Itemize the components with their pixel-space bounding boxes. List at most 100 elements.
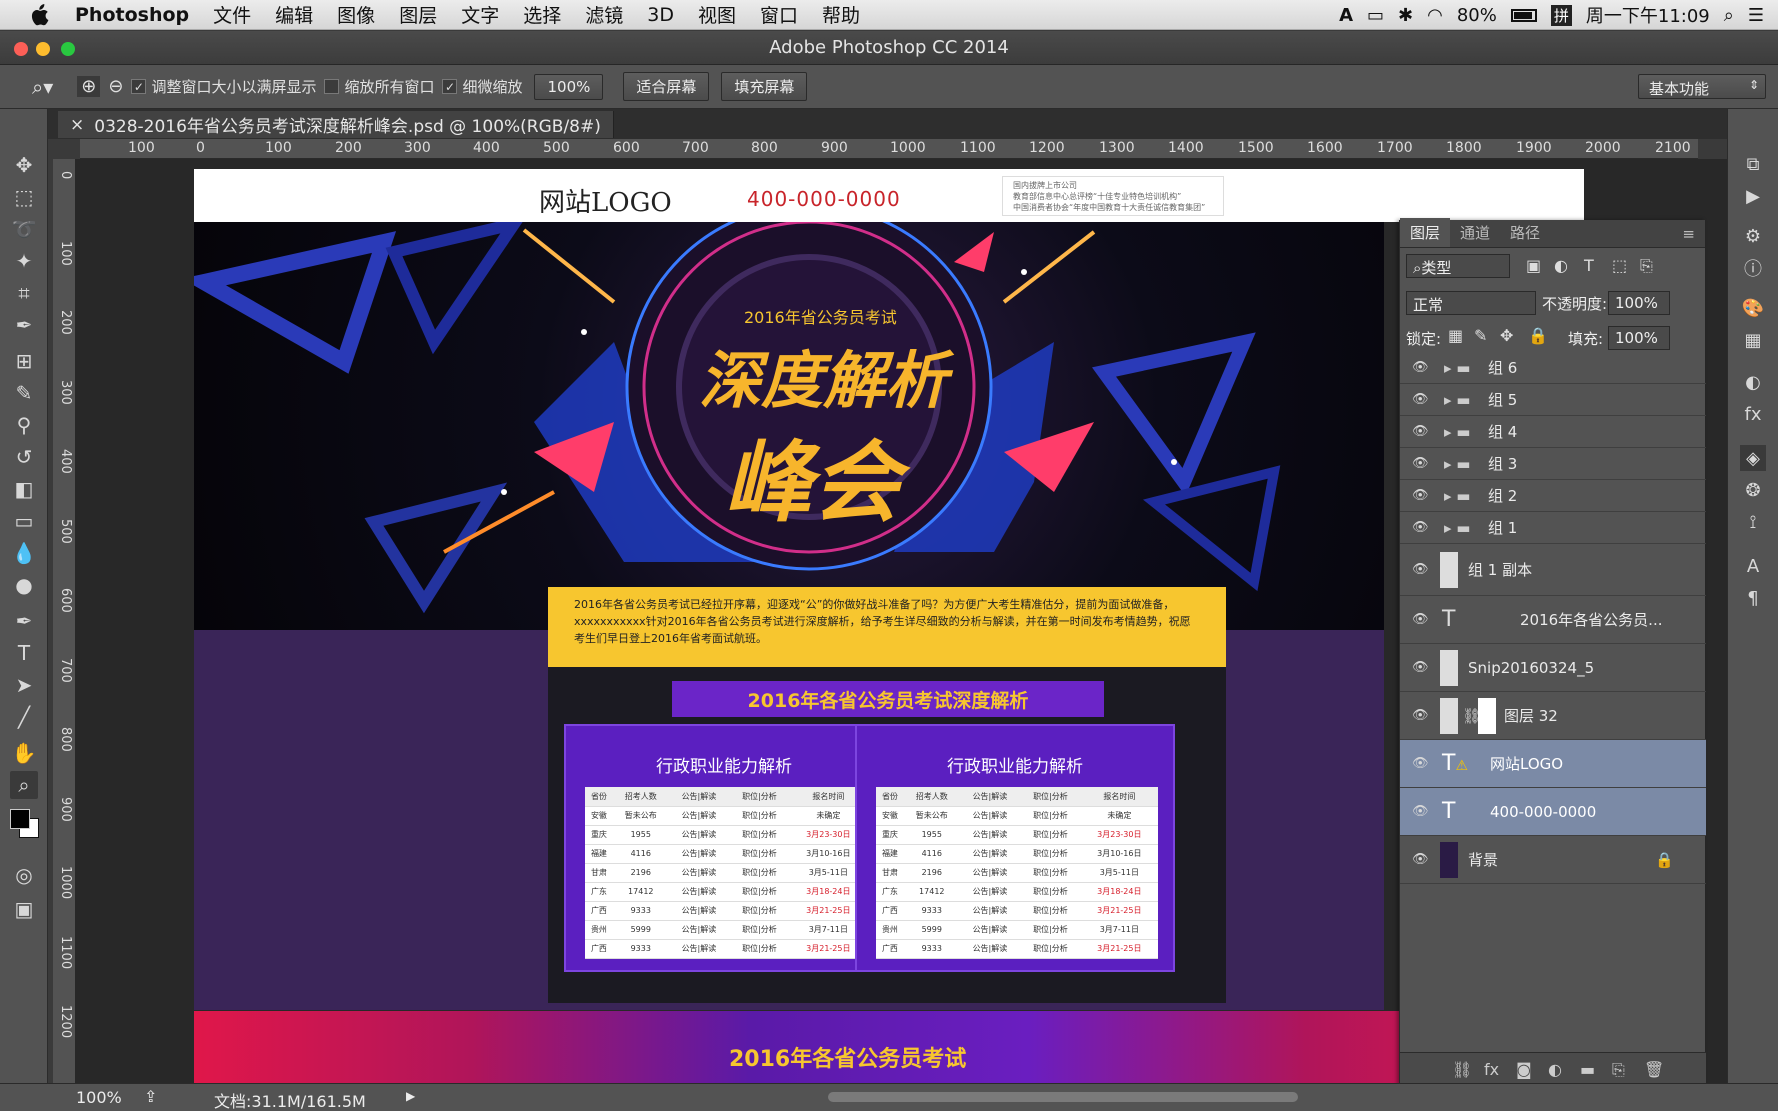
table-link-cell[interactable]: 公告|解读	[959, 863, 1021, 883]
adjustments-icon[interactable]: ◐	[1740, 369, 1766, 395]
table-link-cell[interactable]: 职位|分析	[1020, 901, 1081, 921]
table-link-cell[interactable]: 公告|解读	[668, 806, 730, 826]
table-link-cell[interactable]: 公告|解读	[959, 844, 1021, 864]
filter-type-icon[interactable]: T	[1584, 256, 1594, 275]
layer-row-selected[interactable]: 👁 T 400-000-0000	[1400, 788, 1706, 836]
paragraph-icon[interactable]: ¶	[1740, 585, 1766, 611]
filter-smart-object-icon[interactable]: ⎘	[1640, 256, 1653, 276]
table-link-cell[interactable]: 职位|分析	[1020, 939, 1081, 960]
lasso-tool-icon[interactable]: ➰	[10, 215, 38, 243]
table-link-cell[interactable]: 公告|解读	[668, 825, 730, 845]
layer-row[interactable]: 👁 ▸ ▬ 组 6	[1400, 352, 1706, 384]
spotlight-icon[interactable]: ⌕	[1724, 5, 1734, 26]
input-method-icon[interactable]: 拼	[1550, 4, 1572, 26]
minimize-window-button[interactable]	[36, 42, 50, 56]
table-link-cell[interactable]: 职位|分析	[1020, 806, 1081, 826]
table-link-cell[interactable]: 公告|解读	[668, 882, 730, 902]
healing-brush-tool-icon[interactable]: ⊞	[10, 347, 38, 375]
zoom-out-icon[interactable]: ⊖	[108, 76, 123, 97]
menu-help[interactable]: 帮助	[822, 1, 860, 28]
filter-adjustment-icon[interactable]: ◐	[1554, 256, 1568, 275]
table-link-cell[interactable]: 职位|分析	[729, 939, 790, 960]
table-link-cell[interactable]: 公告|解读	[668, 920, 730, 940]
eye-icon[interactable]: 👁	[1412, 520, 1429, 535]
eye-icon[interactable]: 👁	[1412, 562, 1429, 577]
tab-channels[interactable]: 通道	[1450, 218, 1500, 247]
fill-screen-button[interactable]: 填充屏幕	[721, 72, 808, 101]
wifi-icon[interactable]: ◠	[1427, 5, 1443, 26]
table-link-cell[interactable]: 公告|解读	[959, 806, 1021, 826]
link-layers-icon[interactable]: ⛓	[1452, 1060, 1472, 1079]
zoom-100-button[interactable]: 100%	[534, 73, 604, 100]
eye-icon[interactable]: 👁	[1412, 612, 1429, 627]
table-link-cell[interactable]: 公告|解读	[959, 882, 1021, 902]
eye-icon[interactable]: 👁	[1412, 392, 1429, 407]
menu-file[interactable]: 文件	[213, 1, 251, 28]
new-adjustment-icon[interactable]: ◐	[1548, 1060, 1562, 1079]
zoom-tool-icon[interactable]: ⌕	[10, 771, 38, 799]
status-zoom[interactable]: 100%	[76, 1088, 122, 1107]
actions-play-icon[interactable]: ▶	[1740, 183, 1766, 209]
zoom-in-icon[interactable]: ⊕	[77, 76, 101, 97]
channels-icon[interactable]: ❂	[1740, 477, 1766, 503]
table-link-cell[interactable]: 职位|分析	[1020, 825, 1081, 845]
zoom-tool-preset-icon[interactable]: ⌕▾	[32, 75, 53, 99]
close-window-button[interactable]	[14, 42, 28, 56]
airplay-icon[interactable]: ▭	[1367, 5, 1384, 26]
table-link-cell[interactable]: 职位|分析	[1020, 844, 1081, 864]
swatches-icon[interactable]: 🎨	[1740, 295, 1766, 321]
brush-tool-icon[interactable]: ✎	[10, 379, 38, 407]
eye-icon[interactable]: 👁	[1412, 360, 1429, 375]
info-icon[interactable]: ⓘ	[1740, 255, 1766, 281]
layer-row[interactable]: 👁 组 1 副本	[1400, 544, 1706, 596]
table-link-cell[interactable]: 公告|解读	[668, 939, 730, 960]
table-link-cell[interactable]: 职位|分析	[729, 920, 790, 940]
eye-icon[interactable]: 👁	[1412, 456, 1429, 471]
fit-screen-button[interactable]: 适合屏幕	[623, 72, 710, 101]
zoom-all-windows-checkbox[interactable]: 缩放所有窗口	[324, 76, 434, 97]
eye-icon[interactable]: 👁	[1412, 852, 1429, 867]
close-tab-icon[interactable]: ×	[70, 115, 84, 135]
clone-stamp-tool-icon[interactable]: ⚲	[10, 411, 38, 439]
layer-row[interactable]: 👁 ▸ ▬ 组 5	[1400, 384, 1706, 416]
crop-tool-icon[interactable]: ⌗	[10, 279, 38, 307]
layer-row[interactable]: 👁 ⛓ 图层 32	[1400, 692, 1706, 740]
pen-tool-icon[interactable]: ✒	[10, 607, 38, 635]
table-link-cell[interactable]: 公告|解读	[959, 939, 1021, 960]
layer-filter-select[interactable]: ⌕类型	[1406, 254, 1510, 278]
hand-tool-icon[interactable]: ✋	[10, 739, 38, 767]
layer-row[interactable]: 👁 ▸ ▬ 组 4	[1400, 416, 1706, 448]
eraser-tool-icon[interactable]: ◧	[10, 475, 38, 503]
lock-transparency-icon[interactable]: ▦	[1448, 326, 1463, 345]
menu-layer[interactable]: 图层	[399, 1, 437, 28]
table-link-cell[interactable]: 公告|解读	[959, 825, 1021, 845]
menu-3d[interactable]: 3D	[647, 4, 674, 26]
layers-panel-icon[interactable]: ◈	[1740, 445, 1766, 471]
horizontal-scrollbar[interactable]	[828, 1092, 1298, 1102]
grid-icon[interactable]: ▦	[1740, 327, 1766, 353]
eye-icon[interactable]: 👁	[1412, 804, 1429, 819]
opacity-field[interactable]: 100%	[1608, 291, 1670, 315]
apple-icon[interactable]	[29, 3, 49, 26]
scrubby-zoom-checkbox[interactable]: ✓ 细微缩放	[442, 76, 522, 97]
layer-row[interactable]: 👁 ▸ ▬ 组 2	[1400, 480, 1706, 512]
lock-position-icon[interactable]: ✥	[1500, 326, 1513, 345]
blur-tool-icon[interactable]: 💧	[10, 539, 38, 567]
table-link-cell[interactable]: 职位|分析	[729, 825, 790, 845]
properties-icon[interactable]: ⚙	[1740, 223, 1766, 249]
table-link-cell[interactable]: 职位|分析	[729, 901, 790, 921]
table-link-cell[interactable]: 公告|解读	[668, 863, 730, 883]
filter-shape-icon[interactable]: ⬚	[1612, 256, 1627, 275]
table-link-cell[interactable]: 职位|分析	[1020, 863, 1081, 883]
path-selection-tool-icon[interactable]: ➤	[10, 671, 38, 699]
workspace-select[interactable]: 基本功能 ⇕	[1638, 74, 1766, 99]
adobe-icon[interactable]: A	[1339, 5, 1353, 26]
menu-type[interactable]: 文字	[461, 1, 499, 28]
history-icon[interactable]: ⧉	[1740, 151, 1766, 177]
panel-menu-icon[interactable]: ≡	[1672, 221, 1705, 247]
add-mask-icon[interactable]: ◙	[1516, 1060, 1532, 1079]
new-layer-icon[interactable]: ⎘	[1612, 1060, 1625, 1080]
eye-icon[interactable]: 👁	[1412, 660, 1429, 675]
menu-select[interactable]: 选择	[523, 1, 561, 28]
line-tool-icon[interactable]: ╱	[10, 703, 38, 731]
